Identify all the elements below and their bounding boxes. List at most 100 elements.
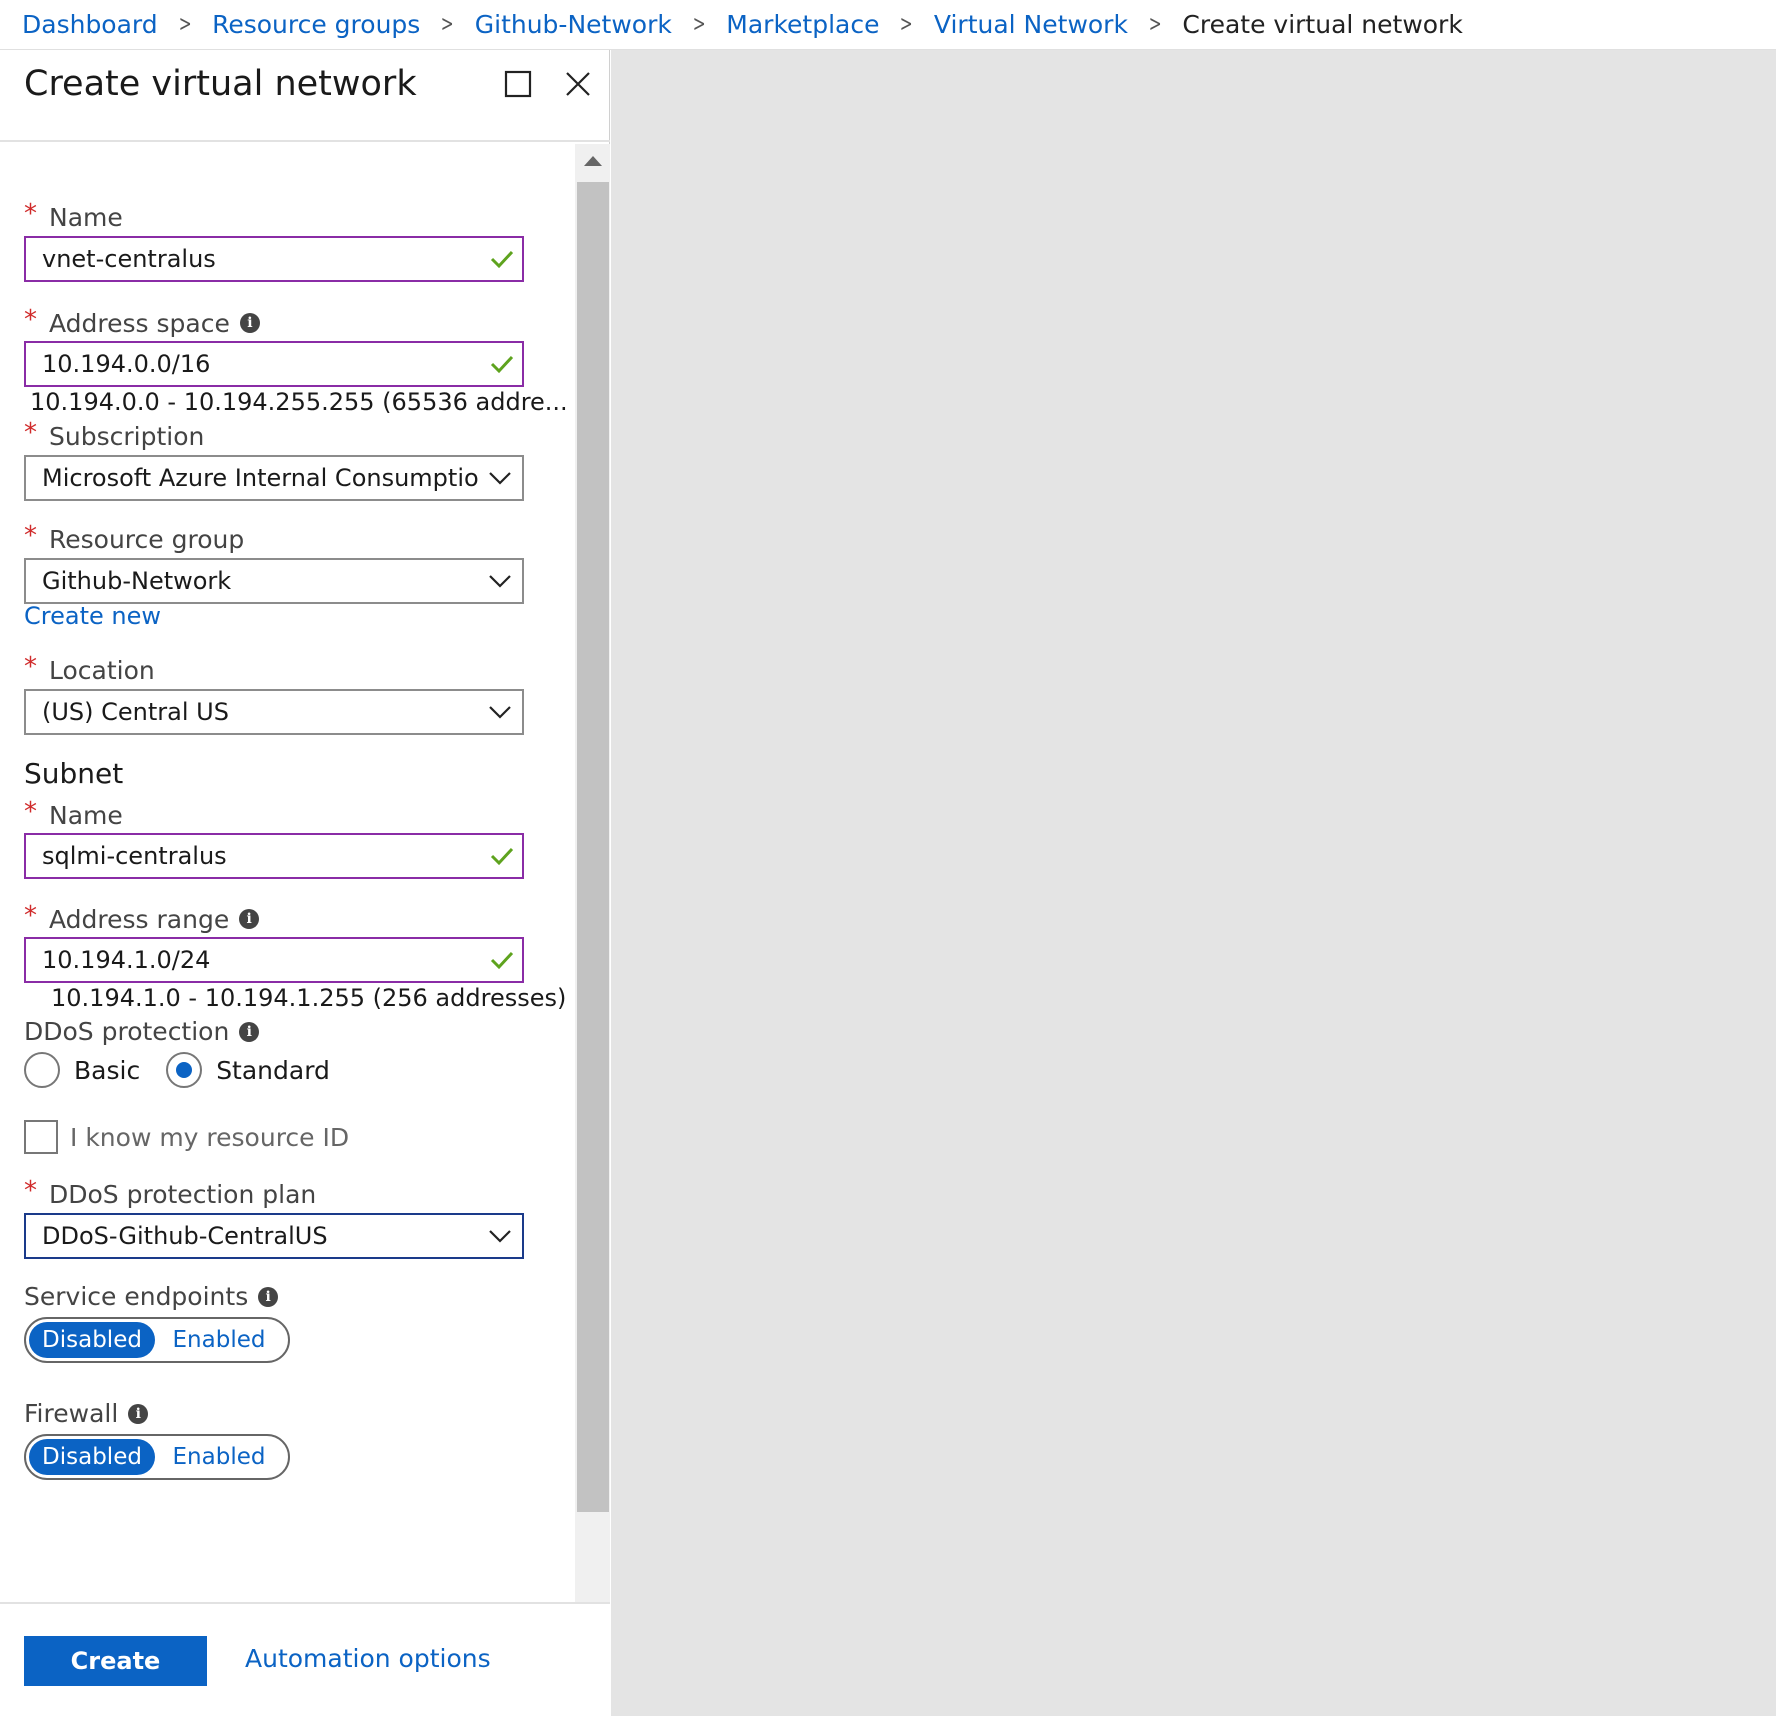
ddos-basic-radio[interactable] bbox=[24, 1052, 60, 1088]
required-asterisk: * bbox=[24, 199, 37, 229]
firewall-disabled-option[interactable]: Disabled bbox=[29, 1439, 155, 1475]
resource-id-checkbox[interactable] bbox=[24, 1120, 58, 1154]
service-endpoints-label: Service endpoints i bbox=[24, 1282, 279, 1311]
subnet-section-title: Subnet bbox=[24, 757, 124, 790]
subscription-dropdown[interactable]: Microsoft Azure Internal Consumption bbox=[24, 455, 524, 501]
subscription-label-text: Subscription bbox=[49, 421, 205, 451]
ddos-plan-label: * DDoS protection plan bbox=[24, 1176, 317, 1209]
create-button[interactable]: Create bbox=[24, 1636, 207, 1686]
ddos-protection-label-text: DDoS protection bbox=[24, 1017, 230, 1046]
chevron-right-icon: > bbox=[441, 12, 454, 37]
scrollbar[interactable] bbox=[575, 144, 610, 1652]
breadcrumb-marketplace[interactable]: Marketplace bbox=[726, 10, 879, 39]
resource-group-label: * Resource group bbox=[24, 521, 245, 554]
breadcrumb: Dashboard > Resource groups > Github-Net… bbox=[0, 0, 1776, 50]
subnet-name-label: * Name bbox=[24, 797, 123, 830]
subscription-value: Microsoft Azure Internal Consumption bbox=[42, 464, 478, 492]
address-range-label-text: Address range bbox=[49, 904, 230, 934]
check-icon bbox=[482, 950, 522, 970]
firewall-enabled-option[interactable]: Enabled bbox=[155, 1439, 283, 1475]
close-button[interactable] bbox=[558, 64, 598, 104]
scrollbar-thumb[interactable] bbox=[577, 182, 609, 1512]
ddos-plan-label-text: DDoS protection plan bbox=[49, 1179, 317, 1209]
location-label: * Location bbox=[24, 652, 155, 685]
address-range-label: * Address range i bbox=[24, 901, 260, 934]
blade-header: Create virtual network bbox=[0, 50, 610, 142]
resource-id-checkbox-row: I know my resource ID bbox=[24, 1120, 349, 1154]
vnet-name-input[interactable]: vnet-centralus bbox=[24, 236, 524, 282]
breadcrumb-virtual-network[interactable]: Virtual Network bbox=[934, 10, 1128, 39]
ddos-plan-value: DDoS-Github-CentralUS bbox=[42, 1222, 328, 1250]
chevron-down-icon bbox=[478, 1229, 522, 1243]
service-endpoints-label-text: Service endpoints bbox=[24, 1282, 249, 1311]
name-label: * Name bbox=[24, 199, 123, 232]
close-icon bbox=[566, 72, 590, 96]
chevron-down-icon bbox=[478, 471, 522, 485]
create-vnet-blade: Create virtual network * Name vnet-centr… bbox=[0, 50, 610, 1716]
location-label-text: Location bbox=[49, 655, 155, 685]
check-icon bbox=[482, 354, 522, 374]
check-icon bbox=[482, 846, 522, 866]
address-space-input[interactable]: 10.194.0.0/16 bbox=[24, 341, 524, 387]
ddos-protection-label: DDoS protection i bbox=[24, 1017, 260, 1046]
maximize-button[interactable] bbox=[498, 64, 538, 104]
address-space-label: * Address space i bbox=[24, 305, 260, 338]
chevron-down-icon bbox=[478, 574, 522, 588]
scroll-up-button[interactable] bbox=[575, 144, 610, 178]
resource-group-value: Github-Network bbox=[42, 567, 232, 595]
page-title: Create virtual network bbox=[24, 64, 417, 104]
required-asterisk: * bbox=[24, 521, 37, 551]
ddos-standard-label: Standard bbox=[216, 1055, 330, 1085]
ddos-standard-radio[interactable] bbox=[166, 1052, 203, 1088]
location-dropdown[interactable]: (US) Central US bbox=[24, 689, 524, 735]
subnet-name-label-text: Name bbox=[49, 800, 123, 830]
resource-group-label-text: Resource group bbox=[49, 524, 245, 554]
required-asterisk: * bbox=[24, 418, 37, 448]
address-space-label-text: Address space bbox=[49, 308, 230, 338]
address-space-value: 10.194.0.0/16 bbox=[42, 350, 211, 378]
breadcrumb-github-network[interactable]: Github-Network bbox=[475, 10, 672, 39]
address-range-value: 10.194.1.0/24 bbox=[42, 946, 211, 974]
subnet-name-value: sqlmi-centralus bbox=[42, 842, 227, 870]
address-range-helper: 10.194.1.0 - 10.194.1.255 (256 addresses… bbox=[51, 984, 567, 1012]
info-icon[interactable]: i bbox=[258, 1286, 279, 1307]
address-range-input[interactable]: 10.194.1.0/24 bbox=[24, 937, 524, 983]
ddos-basic-label: Basic bbox=[74, 1055, 141, 1085]
breadcrumb-resource-groups[interactable]: Resource groups bbox=[212, 10, 420, 39]
firewall-label: Firewall i bbox=[24, 1399, 149, 1428]
info-icon[interactable]: i bbox=[239, 1021, 260, 1042]
resource-id-checkbox-label: I know my resource ID bbox=[70, 1122, 350, 1152]
required-asterisk: * bbox=[24, 305, 37, 335]
firewall-toggle: Disabled Enabled bbox=[24, 1434, 290, 1480]
service-endpoints-toggle: Disabled Enabled bbox=[24, 1317, 290, 1363]
maximize-icon bbox=[504, 70, 532, 98]
info-icon[interactable]: i bbox=[239, 313, 260, 333]
subscription-label: * Subscription bbox=[24, 418, 205, 451]
ddos-radio-group: Basic Standard bbox=[24, 1052, 356, 1088]
automation-options-link[interactable]: Automation options bbox=[245, 1644, 491, 1673]
breadcrumb-current: Create virtual network bbox=[1182, 10, 1463, 39]
chevron-right-icon: > bbox=[1148, 12, 1162, 37]
chevron-right-icon: > bbox=[900, 12, 914, 37]
subnet-name-input[interactable]: sqlmi-centralus bbox=[24, 833, 524, 879]
chevron-right-icon: > bbox=[178, 12, 192, 37]
check-icon bbox=[482, 249, 522, 269]
chevron-down-icon bbox=[478, 705, 522, 719]
blade-form: * Name vnet-centralus * Address space i … bbox=[0, 144, 575, 1652]
name-label-text: Name bbox=[49, 202, 123, 232]
info-icon[interactable]: i bbox=[239, 909, 260, 929]
vnet-name-value: vnet-centralus bbox=[42, 245, 216, 273]
chevron-right-icon: > bbox=[692, 12, 706, 37]
breadcrumb-dashboard[interactable]: Dashboard bbox=[22, 10, 158, 39]
blade-footer: Create Automation options bbox=[0, 1602, 610, 1716]
triangle-up-icon bbox=[583, 156, 602, 166]
resource-group-dropdown[interactable]: Github-Network bbox=[24, 558, 524, 604]
service-endpoints-enabled-option[interactable]: Enabled bbox=[155, 1322, 283, 1358]
service-endpoints-disabled-option[interactable]: Disabled bbox=[29, 1322, 155, 1358]
info-icon[interactable]: i bbox=[128, 1403, 149, 1424]
create-new-link[interactable]: Create new bbox=[24, 602, 161, 630]
required-asterisk: * bbox=[24, 652, 37, 682]
address-space-helper: 10.194.0.0 - 10.194.255.255 (65536 addre… bbox=[30, 388, 568, 416]
ddos-plan-dropdown[interactable]: DDoS-Github-CentralUS bbox=[24, 1213, 524, 1259]
required-asterisk: * bbox=[24, 797, 37, 827]
